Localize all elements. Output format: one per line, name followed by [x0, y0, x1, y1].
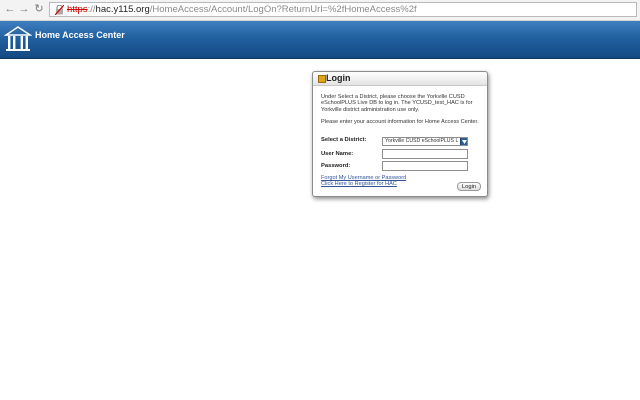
password-input[interactable]	[382, 161, 468, 171]
login-title-bar: Login	[313, 72, 487, 86]
username-input[interactable]	[382, 149, 468, 159]
login-panel: Login Under Select a District, please ch…	[312, 71, 488, 197]
username-label: User Name:	[321, 151, 354, 157]
login-title: Login	[326, 73, 351, 83]
url-path: /HomeAccess/Account/LogOn?ReturnUrl=%2fH…	[149, 4, 417, 15]
login-icon	[318, 75, 326, 83]
url-host: hac.y115.org	[95, 4, 150, 15]
app-title: Home Access Center	[35, 30, 125, 40]
browser-toolbar: ← → ↻ https://hac.y115.org/HomeAccess/Ac…	[0, 0, 640, 21]
district-select-value: Yorkville CUSD eSchoolPLUS L	[385, 138, 459, 144]
forward-button[interactable]: →	[18, 3, 30, 15]
app-header: Home Access Center	[0, 21, 640, 59]
district-select[interactable]: Yorkville CUSD eSchoolPLUS L	[382, 137, 468, 146]
broken-lock-icon	[54, 4, 64, 15]
address-bar[interactable]: https://hac.y115.org/HomeAccess/Account/…	[49, 2, 637, 17]
url-scheme: https	[67, 4, 88, 15]
url-separator: ://	[87, 4, 96, 15]
login-button[interactable]: Login	[457, 182, 481, 191]
district-instructions: Under Select a District, please choose t…	[321, 94, 473, 113]
url-text: https://hac.y115.org/HomeAccess/Account/…	[67, 4, 417, 15]
district-label: Select a District:	[321, 137, 367, 143]
reload-button[interactable]: ↻	[33, 3, 45, 15]
back-button[interactable]: ←	[4, 3, 16, 15]
building-icon	[4, 26, 32, 51]
account-prompt: Please enter your account information fo…	[321, 119, 479, 125]
register-link[interactable]: Click Here to Register for HAC	[321, 181, 397, 187]
password-label: Password:	[321, 163, 351, 169]
chevron-down-icon[interactable]	[460, 138, 467, 145]
